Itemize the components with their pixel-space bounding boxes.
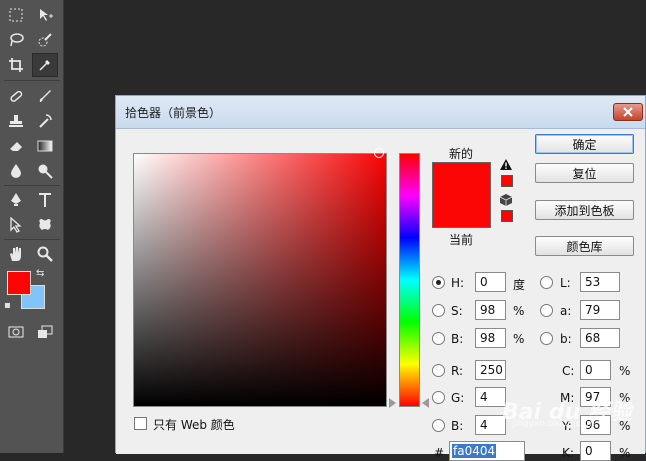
current-color-label: 当前 xyxy=(449,233,474,247)
hand-tool-icon[interactable] xyxy=(3,242,29,266)
watermark-sub: jingyan.baidu.com xyxy=(512,419,596,429)
foreground-color-swatch-top[interactable] xyxy=(7,271,31,295)
reset-button[interactable]: 复位 xyxy=(535,163,634,183)
dialog-titlebar[interactable]: 拾色器（前景色） xyxy=(116,96,645,129)
gradient-tool-icon[interactable] xyxy=(32,134,58,158)
h-label: H: xyxy=(451,276,465,290)
hex-label: # xyxy=(434,446,445,460)
add-to-swatches-label: 添加到色板 xyxy=(554,203,615,218)
k-unit: % xyxy=(619,446,631,460)
path-selection-tool-icon[interactable] xyxy=(3,213,29,237)
blur-tool-icon[interactable] xyxy=(3,159,29,183)
web-safe-color-swatch[interactable] xyxy=(501,210,513,222)
tools-panel: ⇆ ▪ xyxy=(0,0,64,453)
c-input[interactable]: 0 xyxy=(580,360,611,380)
l-label: L: xyxy=(560,276,571,290)
b-label: B: xyxy=(451,332,464,346)
eraser-tool-icon[interactable] xyxy=(3,134,29,158)
k-input[interactable]: 0 xyxy=(580,441,611,461)
l-radio[interactable] xyxy=(540,276,553,289)
add-to-swatches-button[interactable]: 添加到色板 xyxy=(535,200,634,220)
hex-input[interactable]: fa0404 xyxy=(449,441,525,461)
c-unit: % xyxy=(619,364,631,378)
dialog-title: 拾色器（前景色） xyxy=(125,106,222,120)
web-safe-warning-icon[interactable] xyxy=(499,194,513,209)
hue-slider[interactable] xyxy=(399,153,420,407)
type-tool-icon[interactable] xyxy=(32,188,58,212)
hue-slider-left-arrow[interactable] xyxy=(389,398,396,408)
lab-b-radio[interactable] xyxy=(540,332,553,345)
blue-label: B: xyxy=(451,419,464,433)
r-input[interactable]: 250 xyxy=(475,360,506,380)
pen-tool-icon[interactable] xyxy=(3,188,29,212)
crop-tool-icon[interactable] xyxy=(3,53,29,77)
new-color-label: 新的 xyxy=(449,147,474,161)
s-radio[interactable] xyxy=(432,304,445,317)
b-radio[interactable] xyxy=(432,332,445,345)
b-unit: % xyxy=(513,332,525,346)
g-label: G: xyxy=(451,391,465,405)
hue-slider-right-arrow[interactable] xyxy=(422,398,429,408)
lab-b-input[interactable]: 68 xyxy=(580,328,620,348)
standard-mode-icon[interactable] xyxy=(3,320,29,344)
eyedropper-tool-icon[interactable] xyxy=(32,53,58,77)
brush-tool-icon[interactable] xyxy=(32,84,58,108)
a-radio[interactable] xyxy=(540,304,553,317)
color-libraries-button[interactable]: 颜色库 xyxy=(535,236,634,256)
healing-brush-tool-icon[interactable] xyxy=(3,84,29,108)
history-brush-tool-icon[interactable] xyxy=(32,109,58,133)
s-input[interactable]: 98 xyxy=(475,300,506,320)
dodge-tool-icon[interactable] xyxy=(32,159,58,183)
blue-radio[interactable] xyxy=(432,419,445,432)
c-label: C: xyxy=(562,364,575,378)
marquee-tool-icon[interactable] xyxy=(3,3,29,27)
ok-button-label: 确定 xyxy=(572,137,597,152)
web-only-label: 只有 Web 颜色 xyxy=(153,418,235,432)
custom-shape-tool-icon[interactable] xyxy=(32,213,58,237)
color-field[interactable] xyxy=(133,153,387,407)
close-icon xyxy=(623,107,633,117)
swap-colors-icon[interactable]: ⇆ xyxy=(36,269,44,279)
gamut-color-swatch[interactable] xyxy=(501,175,513,187)
h-unit: 度 xyxy=(513,278,526,292)
zoom-tool-icon[interactable] xyxy=(32,242,58,266)
default-colors-icon[interactable]: ▪ xyxy=(4,301,11,311)
a-input[interactable]: 79 xyxy=(580,300,620,320)
r-label: R: xyxy=(451,364,464,378)
new-color-preview xyxy=(432,162,491,228)
l-input[interactable]: 53 xyxy=(580,272,620,292)
close-button[interactable] xyxy=(613,103,643,121)
r-radio[interactable] xyxy=(432,364,445,377)
web-only-checkbox[interactable] xyxy=(134,417,147,430)
reset-button-label: 复位 xyxy=(572,166,597,181)
g-radio[interactable] xyxy=(432,391,445,404)
move-tool-icon[interactable] xyxy=(32,3,58,27)
color-libraries-label: 颜色库 xyxy=(566,239,603,254)
k-label: K: xyxy=(562,446,574,460)
clone-stamp-tool-icon[interactable] xyxy=(3,109,29,133)
h-radio[interactable] xyxy=(432,276,445,289)
a-label: a: xyxy=(560,304,572,318)
s-label: S: xyxy=(451,304,463,318)
lasso-tool-icon[interactable] xyxy=(3,28,29,52)
color-field-marker[interactable] xyxy=(374,148,384,158)
out-of-gamut-warning-icon[interactable] xyxy=(500,159,512,173)
hex-value: fa0404 xyxy=(452,444,497,458)
screen-mode-icon[interactable] xyxy=(32,320,58,344)
s-unit: % xyxy=(513,304,525,318)
ok-button[interactable]: 确定 xyxy=(535,134,634,154)
lab-b-label: b: xyxy=(560,332,572,346)
quick-selection-tool-icon[interactable] xyxy=(32,28,58,52)
b-input[interactable]: 98 xyxy=(475,328,506,348)
h-input[interactable]: 0 xyxy=(475,272,506,292)
